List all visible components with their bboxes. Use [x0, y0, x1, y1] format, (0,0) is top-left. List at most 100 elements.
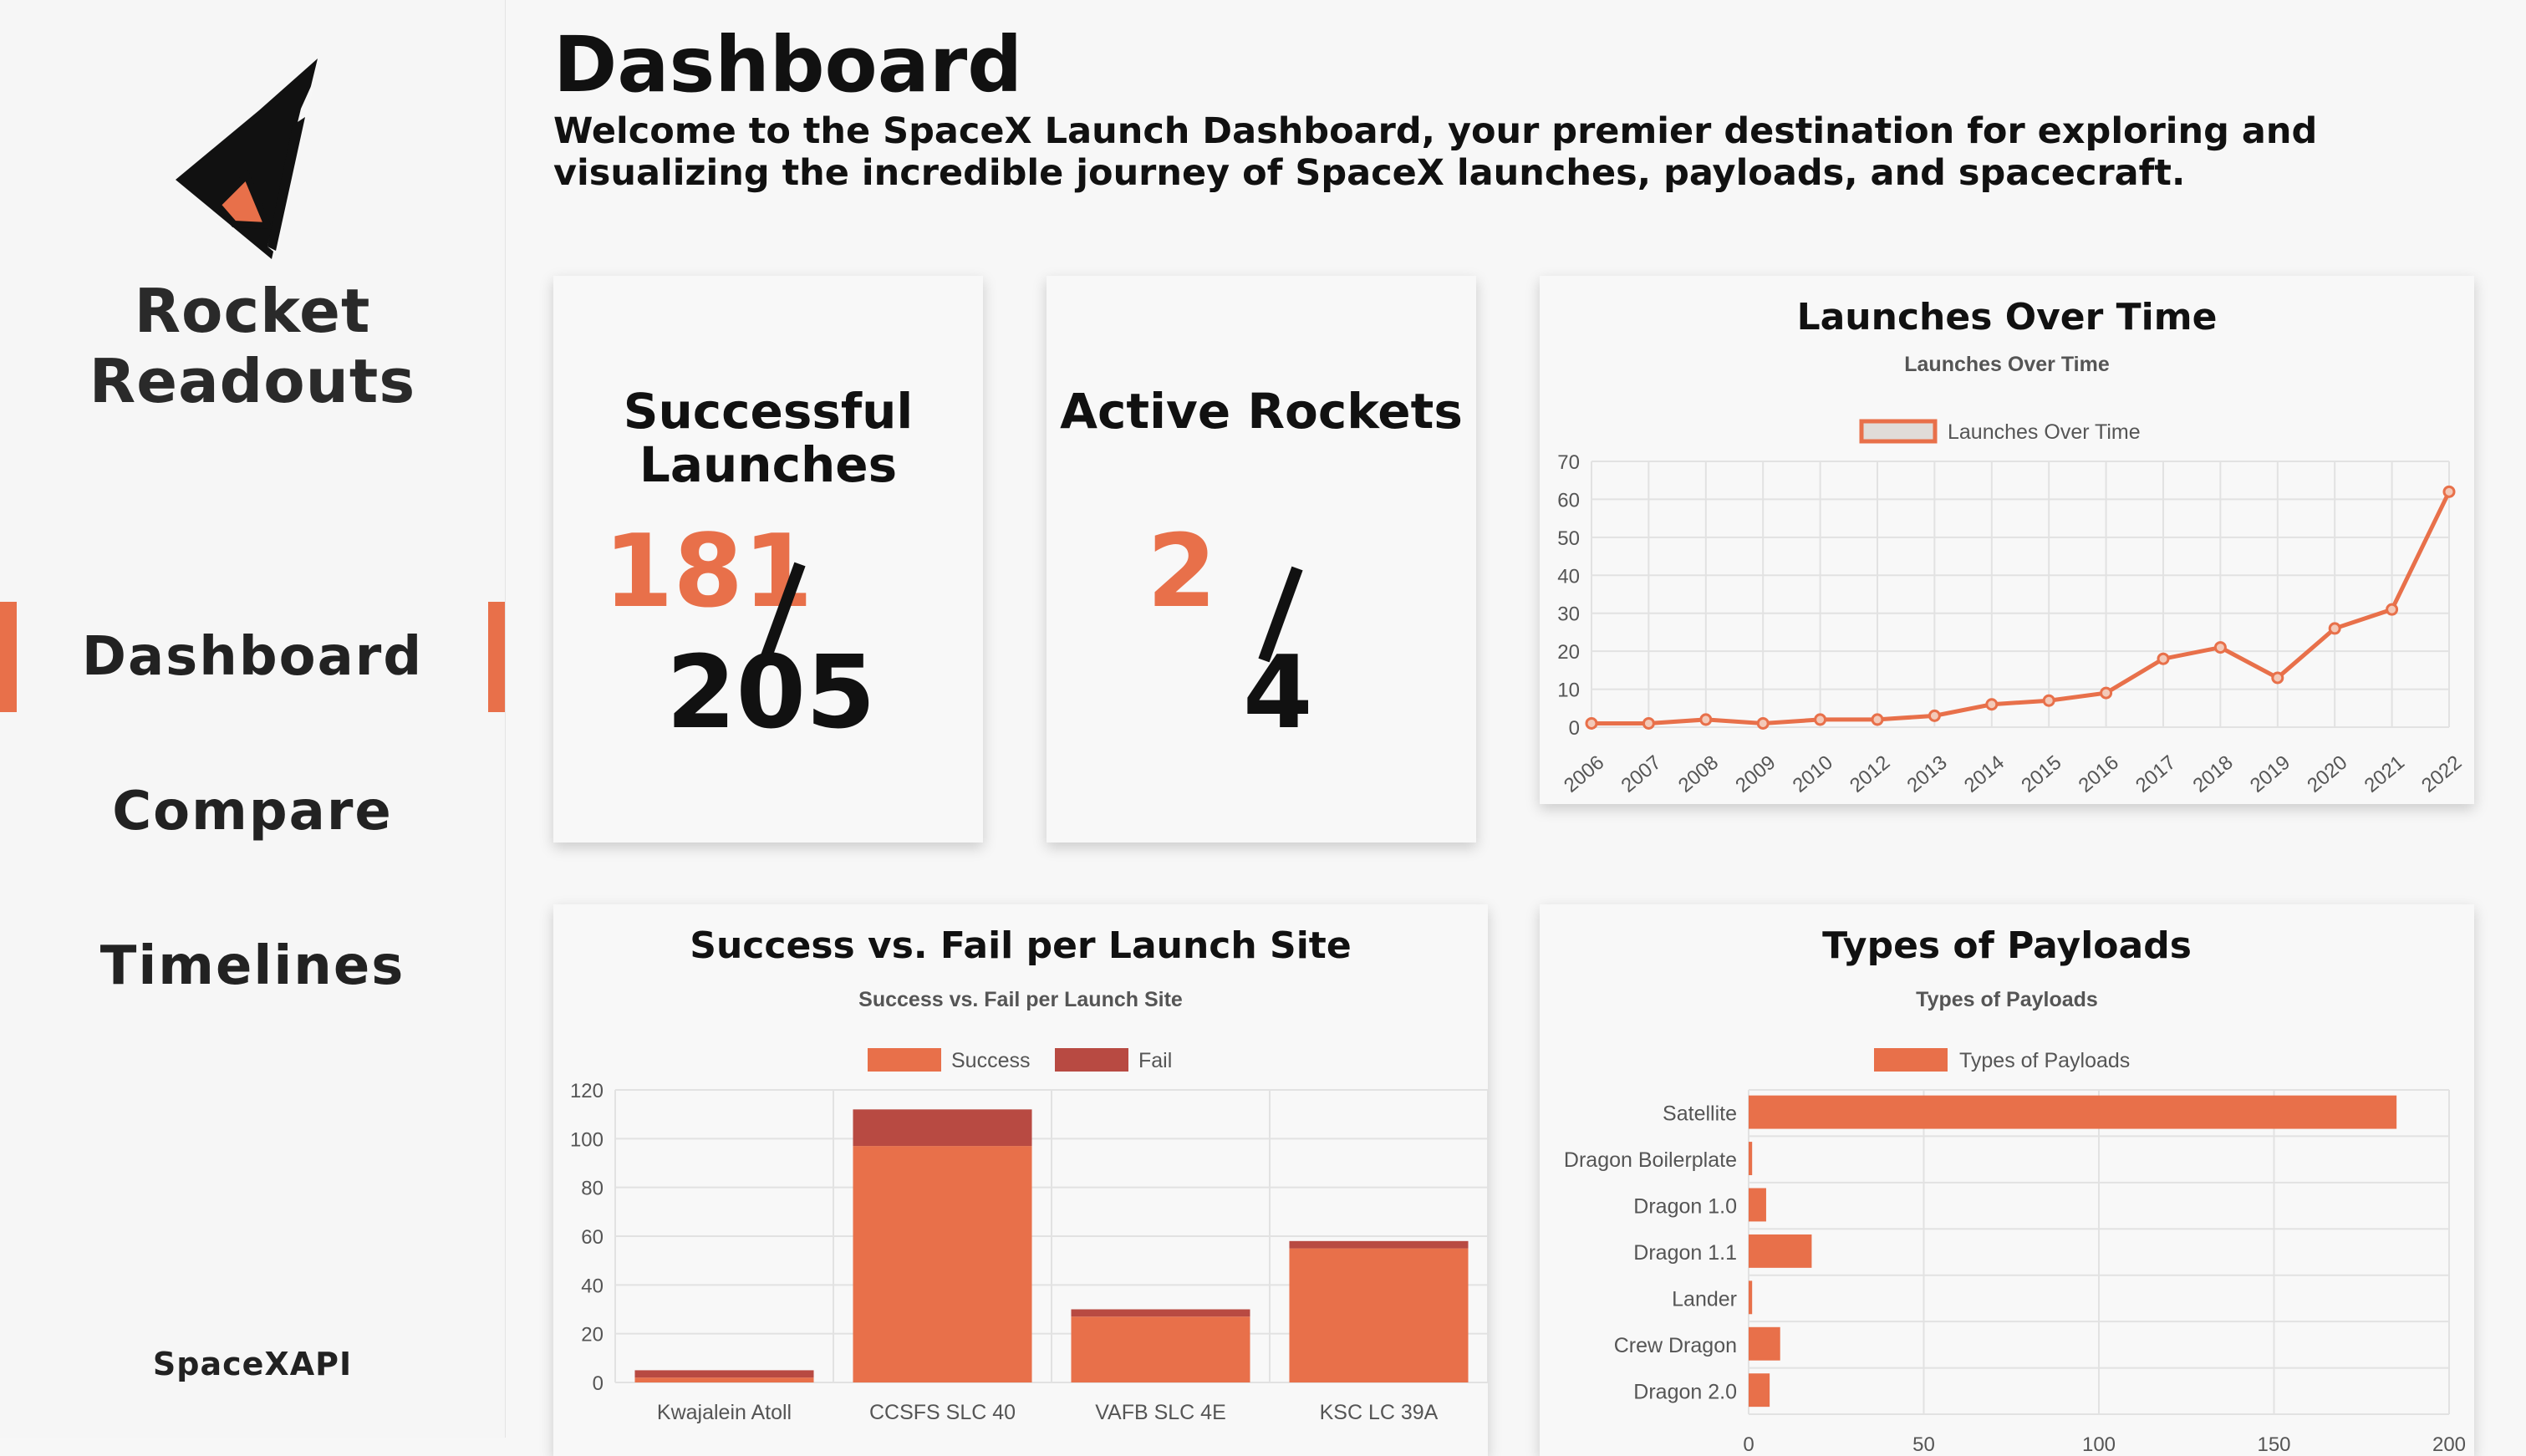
- data-point: [1928, 709, 1941, 722]
- y-tick-label: Lander: [1672, 1287, 1737, 1311]
- y-tick-label: 50: [1557, 527, 1580, 550]
- data-point: [2213, 641, 2227, 654]
- x-tick-label: 150: [2257, 1433, 2290, 1456]
- nav-item-dashboard[interactable]: Dashboard: [0, 602, 505, 712]
- successful-launches-card: Successful Launches 181 205: [553, 276, 983, 843]
- x-tick-label: 2008: [1674, 751, 1723, 797]
- x-tick-label: 0: [1743, 1433, 1754, 1456]
- x-tick-label: 200: [2432, 1433, 2466, 1456]
- y-tick-label: Dragon Boilerplate: [1564, 1148, 1737, 1172]
- data-point: [1871, 713, 1884, 726]
- x-tick-label: 2019: [2246, 751, 2294, 797]
- y-tick-label: 10: [1557, 680, 1580, 702]
- x-tick-label: 2012: [1846, 751, 1894, 797]
- y-tick-label: 80: [581, 1178, 603, 1200]
- x-tick-label: 2021: [2360, 751, 2409, 797]
- chart-subtitle: Success vs. Fail per Launch Site: [858, 988, 1183, 1011]
- bar-fail: [1289, 1240, 1469, 1249]
- active-rockets-card: Active Rockets 2 4: [1047, 276, 1476, 843]
- bar-fail: [1071, 1309, 1250, 1317]
- x-tick-label: 100: [2082, 1433, 2116, 1456]
- y-tick-label: 60: [1557, 489, 1580, 512]
- y-tick-label: 100: [570, 1128, 603, 1151]
- data-point: [2328, 622, 2341, 635]
- data-point: [1756, 716, 1770, 730]
- y-tick-label: 20: [1557, 641, 1580, 664]
- y-tick-label: 40: [581, 1275, 603, 1297]
- bar: [1749, 1373, 1770, 1408]
- bar-success: [1289, 1248, 1469, 1382]
- y-tick-label: 0: [1569, 717, 1580, 740]
- launches-over-time-card: Launches Over Time Launches Over Time Lau…: [1540, 276, 2474, 804]
- y-tick-label: Dragon 1.0: [1633, 1195, 1737, 1219]
- data-point: [1699, 713, 1713, 726]
- x-tick-label: 2006: [1560, 751, 1608, 797]
- legend-label: Types of Payloads: [1959, 1049, 2130, 1072]
- stat-title-launches: Successful Launches: [623, 383, 914, 493]
- bar: [1749, 1280, 1753, 1315]
- bar-fail: [634, 1370, 814, 1378]
- data-point: [2386, 603, 2399, 616]
- data-point: [1642, 716, 1655, 730]
- success-fail-bar-chart: Success vs. Fail per Launch Site Success F…: [570, 988, 1488, 1424]
- y-tick-label: Crew Dragon: [1614, 1334, 1737, 1357]
- legend-swatch-success: [868, 1048, 941, 1072]
- data-point: [2100, 686, 2113, 700]
- bar-fail: [853, 1109, 1032, 1147]
- legend-swatch: [1859, 419, 1938, 444]
- stat-numerator-rockets: 2: [1147, 514, 1217, 630]
- sidebar: Rocket Readouts Dashboard Compare Timeli…: [0, 0, 506, 1438]
- rocket-logo-icon: [176, 59, 318, 259]
- bar: [1749, 1142, 1753, 1175]
- legend-label-fail: Fail: [1138, 1049, 1172, 1072]
- data-point: [1985, 698, 1999, 711]
- x-tick-label: CCSFS SLC 40: [869, 1401, 1016, 1424]
- data-point: [2157, 652, 2170, 665]
- bar-success: [853, 1146, 1032, 1382]
- bar: [1749, 1234, 1812, 1268]
- x-tick-label: 2009: [1731, 751, 1780, 797]
- stat-title-rockets: Active Rockets: [1060, 383, 1463, 440]
- data-point: [2271, 671, 2284, 685]
- footer-api-label: SpaceXAPI: [152, 1346, 353, 1382]
- y-tick-label: 30: [1557, 603, 1580, 626]
- y-tick-label: 20: [581, 1324, 603, 1347]
- stat-denominator-launches: 205: [666, 635, 876, 751]
- x-tick-label: 2018: [2188, 751, 2237, 797]
- legend-swatch: [1874, 1048, 1948, 1072]
- x-tick-label: 2017: [2131, 751, 2180, 797]
- x-tick-label: 2010: [1789, 751, 1837, 797]
- x-tick-label: 2014: [1960, 751, 2009, 797]
- intro-text: Welcome to the SpaceX Launch Dashboard, …: [553, 110, 2318, 194]
- y-tick-label: Satellite: [1663, 1102, 1737, 1126]
- x-tick-label: VAFB SLC 4E: [1095, 1401, 1226, 1424]
- stat-denominator-rockets: 4: [1243, 635, 1313, 751]
- x-tick-label: 2013: [1902, 751, 1951, 797]
- legend-label: Launches Over Time: [1948, 420, 2141, 444]
- x-tick-label: KSC LC 39A: [1320, 1401, 1439, 1424]
- x-tick-label: 2015: [2017, 751, 2065, 797]
- payload-types-card: Types of Payloads Types of Payloads Types…: [1540, 904, 2474, 1456]
- y-tick-label: 70: [1557, 451, 1580, 474]
- bar: [1749, 1188, 1766, 1222]
- x-tick-label: Kwajalein Atoll: [657, 1401, 792, 1424]
- nav-item-compare[interactable]: Compare: [0, 756, 505, 867]
- legend-label-success: Success: [951, 1049, 1030, 1072]
- x-tick-label: 2016: [2075, 751, 2123, 797]
- y-tick-label: 0: [593, 1372, 603, 1395]
- data-point: [1585, 716, 1598, 730]
- page-title: Dashboard: [553, 20, 1023, 109]
- y-tick-label: 40: [1557, 565, 1580, 588]
- y-tick-label: Dragon 1.1: [1633, 1241, 1737, 1265]
- bar-success: [1071, 1316, 1250, 1382]
- nav-item-timelines[interactable]: Timelines: [0, 911, 505, 1021]
- data-point: [2042, 694, 2055, 707]
- app-title: Rocket Readouts: [89, 276, 416, 416]
- legend-swatch-fail: [1055, 1048, 1128, 1072]
- bar: [1749, 1095, 2397, 1129]
- payload-types-bar-chart: Types of Payloads Types of Payloads 0 50 100…: [1564, 988, 2466, 1456]
- bar: [1749, 1326, 1780, 1361]
- data-point: [2442, 485, 2456, 498]
- x-tick-label: 50: [1912, 1433, 1935, 1456]
- chart-subtitle: Types of Payloads: [1916, 988, 2098, 1011]
